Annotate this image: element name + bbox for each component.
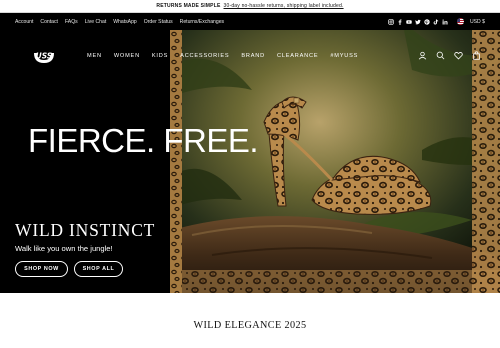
utility-link-whatsapp[interactable]: WhatsApp bbox=[113, 19, 137, 25]
utility-link-returns[interactable]: Returns/Exchanges bbox=[180, 19, 224, 25]
page: RETURNS MADE SIMPLE 30-day no-hassle ret… bbox=[0, 0, 500, 348]
utility-link-faqs[interactable]: FAQs bbox=[65, 19, 78, 25]
announcement-bar: RETURNS MADE SIMPLE 30-day no-hassle ret… bbox=[0, 0, 500, 13]
nav-myuss[interactable]: #MYUSS bbox=[330, 53, 358, 59]
utility-link-account[interactable]: Account bbox=[15, 19, 33, 25]
hero-image bbox=[172, 30, 500, 293]
nav-brand[interactable]: BRAND bbox=[241, 53, 265, 59]
wishlist-icon[interactable] bbox=[454, 51, 463, 60]
hero-headline: FIERCE. FREE. bbox=[28, 122, 259, 159]
nav-men[interactable]: MEN bbox=[87, 53, 102, 59]
nav-kids[interactable]: KIDS bbox=[152, 53, 168, 59]
account-icon[interactable] bbox=[418, 51, 427, 60]
shop-all-button[interactable]: SHOP ALL bbox=[74, 261, 123, 277]
facebook-icon[interactable] bbox=[397, 18, 403, 25]
hero-banner bbox=[0, 30, 500, 293]
cart-icon[interactable] bbox=[472, 51, 481, 60]
announcement-title: RETURNS MADE SIMPLE bbox=[156, 3, 221, 9]
youtube-icon[interactable] bbox=[406, 19, 412, 25]
pinterest-icon[interactable] bbox=[424, 18, 430, 25]
tiktok-icon[interactable] bbox=[433, 18, 439, 25]
shop-now-button[interactable]: SHOP NOW bbox=[15, 261, 68, 277]
header-icons bbox=[418, 51, 481, 60]
uss-logo[interactable]: USS bbox=[32, 49, 56, 65]
twitter-icon[interactable] bbox=[415, 19, 421, 25]
utility-links: Account Contact FAQs Live Chat WhatsApp … bbox=[15, 19, 231, 25]
currency-selector[interactable]: USD $ bbox=[470, 19, 485, 25]
svg-text:USS: USS bbox=[36, 52, 53, 61]
utility-link-contact[interactable]: Contact bbox=[40, 19, 58, 25]
utility-link-live-chat[interactable]: Live Chat bbox=[85, 19, 107, 25]
nav-accessories[interactable]: ACCESSORIES bbox=[180, 53, 229, 59]
search-icon[interactable] bbox=[436, 51, 445, 60]
leopard-border bbox=[170, 30, 182, 293]
hero-subheading: WILD INSTINCT bbox=[15, 220, 156, 240]
utility-link-order-status[interactable]: Order Status bbox=[144, 19, 173, 25]
utility-bar: Account Contact FAQs Live Chat WhatsApp … bbox=[0, 13, 500, 30]
announcement-link[interactable]: 30-day no-hassle returns, shipping label… bbox=[224, 3, 344, 9]
nav-clearance[interactable]: CLEARANCE bbox=[277, 53, 318, 59]
section-title: WILD ELEGANCE 2025 bbox=[193, 320, 307, 331]
nav-women[interactable]: WOMEN bbox=[114, 53, 140, 59]
instagram-icon[interactable] bbox=[388, 18, 394, 25]
linkedin-icon[interactable] bbox=[442, 18, 448, 25]
us-flag-icon[interactable] bbox=[456, 18, 464, 25]
utility-right: USD $ bbox=[388, 18, 485, 25]
hero-tagline: Walk like you own the jungle! bbox=[15, 244, 113, 253]
main-nav: MEN WOMEN KIDS ACCESSORIES BRAND CLEARAN… bbox=[87, 53, 370, 59]
